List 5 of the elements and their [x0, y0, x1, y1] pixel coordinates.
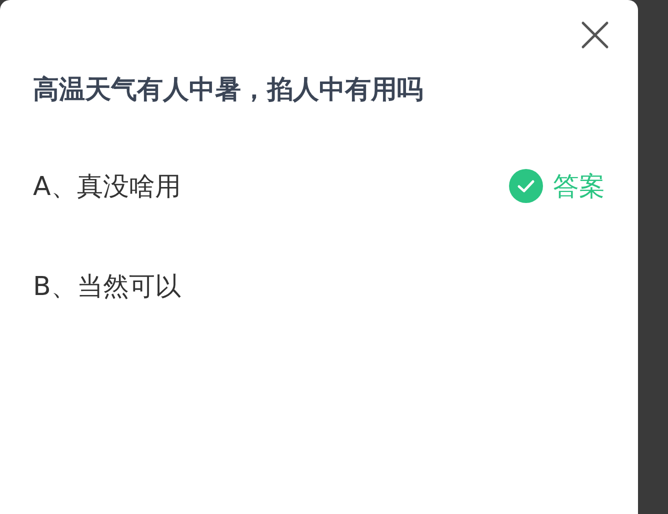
- close-icon[interactable]: [580, 20, 610, 50]
- question-text: 高温天气有人中暑，掐人中有用吗: [33, 74, 424, 107]
- option-text[interactable]: A、真没啥用: [33, 168, 509, 204]
- answer-label: 答案: [553, 170, 605, 204]
- option-text[interactable]: B、当然可以: [33, 268, 638, 304]
